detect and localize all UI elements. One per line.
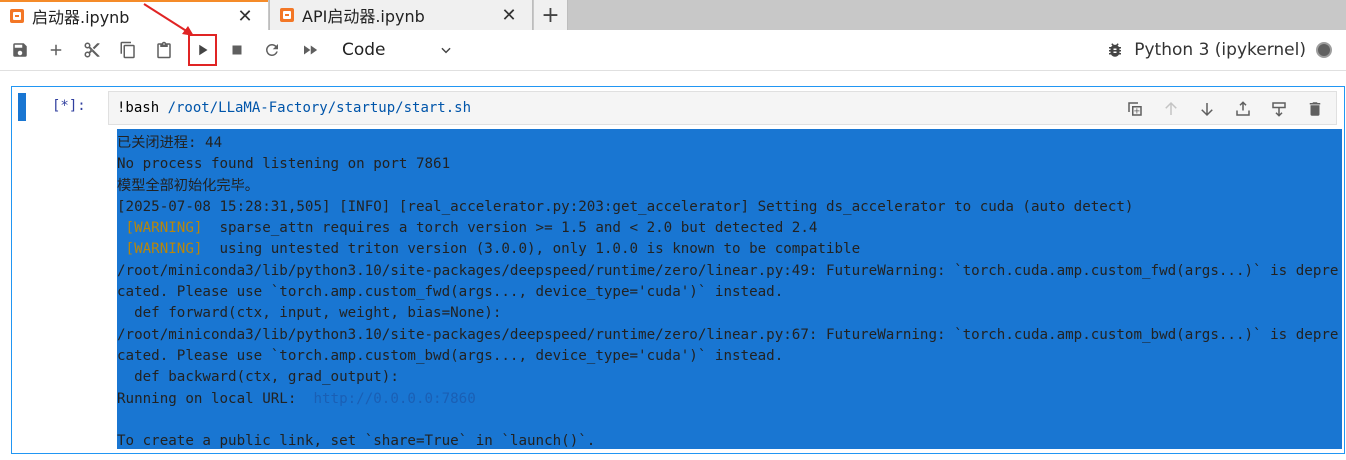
insert-below-icon (1272, 102, 1286, 117)
insert-above-icon (1236, 101, 1250, 116)
output-line: Running on local URL: http://0.0.0.0:786… (117, 389, 1342, 410)
output-line: def forward(ctx, input, weight, bias=Non… (117, 303, 1342, 324)
add-tab-button[interactable]: + (534, 0, 568, 30)
debugger-icon[interactable] (1106, 41, 1124, 59)
output-text: 模型全部初始化完毕。 (117, 177, 259, 194)
copy-icon (120, 41, 135, 59)
tab-bar: 启动器.ipynb ✕ API启动器.ipynb ✕ + (0, 0, 1346, 30)
notebook-icon (10, 9, 24, 23)
cell-source[interactable]: !bash /root/LLaMA-Factory/startup/start.… (117, 100, 471, 116)
output-text: /root/miniconda3/lib/python3.10/site-pac… (117, 262, 1339, 301)
insert-below-button[interactable] (1266, 96, 1292, 122)
tab-api-launcher-notebook[interactable]: API启动器.ipynb ✕ (269, 0, 533, 30)
source-path: /root/LLaMA-Factory/startup/start (167, 100, 446, 116)
trash-icon (1309, 102, 1321, 116)
code-cell[interactable]: [*]: !bash /root/LLaMA-Factory/startup/s… (11, 86, 1345, 454)
stop-icon (232, 45, 242, 55)
output-line: No process found listening on port 7861 (117, 154, 1342, 175)
paste-button[interactable] (149, 35, 179, 65)
kernel-status-icon (1316, 42, 1332, 58)
cut-icon (84, 42, 100, 58)
tab-title: API启动器.ipynb (302, 7, 425, 26)
input-collapser[interactable] (18, 93, 26, 121)
tab-launcher-notebook[interactable]: 启动器.ipynb ✕ (0, 0, 268, 30)
paste-icon (157, 41, 171, 59)
output-text: def backward(ctx, grad_output): (117, 369, 399, 386)
run-icon (198, 44, 207, 56)
warning-tag: [WARNING] (117, 241, 211, 258)
output-line: [WARNING] sparse_attn requires a torch v… (117, 218, 1342, 239)
local-url-link[interactable]: http://0.0.0.0:7860 (313, 391, 475, 407)
output-text: Running on local URL: (117, 390, 314, 407)
restart-icon (265, 43, 278, 56)
restart-run-all-button[interactable] (295, 35, 325, 65)
arrow-up-icon (1165, 101, 1177, 115)
output-text: sparse_attn requires a torch version >= … (210, 220, 818, 237)
cell-type-value: Code (342, 40, 386, 60)
notebook-icon (280, 8, 294, 22)
save-icon (13, 43, 27, 57)
insert-above-button[interactable] (1230, 96, 1256, 122)
move-up-button[interactable] (1158, 96, 1184, 122)
insert-cell-button[interactable] (41, 35, 71, 65)
output-line: 模型全部初始化完毕。 (117, 176, 1342, 197)
fast-forward-icon (304, 45, 318, 55)
kernel-indicator: Python 3 (ipykernel) (1106, 36, 1332, 64)
chevron-down-icon (441, 47, 451, 54)
output-text: def forward(ctx, input, weight, bias=Non… (117, 305, 502, 322)
output-text: No process found listening on port 7861 (117, 156, 451, 173)
output-text: [2025-07-08 15:28:31,505] [INFO] [real_a… (117, 198, 1134, 215)
output-line: 已关闭进程: 44 (117, 133, 1342, 154)
restart-kernel-button[interactable] (257, 35, 287, 65)
cell-type-select[interactable]: Code (342, 36, 457, 64)
output-line: [2025-07-08 15:28:31,505] [INFO] [real_a… (117, 197, 1342, 218)
cell-input-editor[interactable]: !bash /root/LLaMA-Factory/startup/start.… (108, 91, 1337, 125)
cut-button[interactable] (77, 35, 107, 65)
output-text: 已关闭进程: 44 (117, 135, 223, 151)
notebook-toolbar: Code Python 3 (ipykernel) (0, 30, 1346, 71)
duplicate-icon (1128, 102, 1142, 116)
move-down-button[interactable] (1194, 96, 1220, 122)
output-line: To create a public link, set `share=True… (117, 431, 1342, 452)
copy-button[interactable] (113, 35, 143, 65)
run-cell-button[interactable] (188, 34, 217, 66)
source-command: !bash (117, 100, 168, 116)
tab-title: 启动器.ipynb (32, 8, 130, 27)
output-text: /root/miniconda3/lib/python3.10/site-pac… (117, 326, 1339, 364)
output-line: [WARNING] using untested triton version … (117, 239, 1342, 260)
cell-actions (1122, 96, 1328, 122)
add-icon (50, 44, 62, 56)
output-line: /root/miniconda3/lib/python3.10/site-pac… (117, 261, 1342, 304)
duplicate-cell-button[interactable] (1122, 96, 1148, 122)
execution-prompt: [*]: (52, 98, 86, 114)
output-line: /root/miniconda3/lib/python3.10/site-pac… (117, 325, 1342, 368)
interrupt-kernel-button[interactable] (222, 35, 252, 65)
close-icon[interactable]: ✕ (500, 5, 518, 26)
source-extension: .sh (445, 100, 472, 116)
delete-cell-button[interactable] (1302, 96, 1328, 122)
output-text: To create a public link, set `share=True… (117, 433, 596, 450)
output-text: using untested triton version (3.0.0), o… (210, 241, 861, 258)
output-line: def backward(ctx, grad_output): (117, 367, 1342, 388)
save-button[interactable] (5, 35, 35, 65)
close-icon[interactable]: ✕ (236, 6, 254, 27)
kernel-name[interactable]: Python 3 (ipykernel) (1134, 40, 1306, 60)
arrow-down-icon (1201, 103, 1213, 117)
cell-output: 已关闭进程: 44 No process found listening on p… (117, 133, 1342, 452)
warning-tag: [WARNING] (117, 220, 211, 237)
